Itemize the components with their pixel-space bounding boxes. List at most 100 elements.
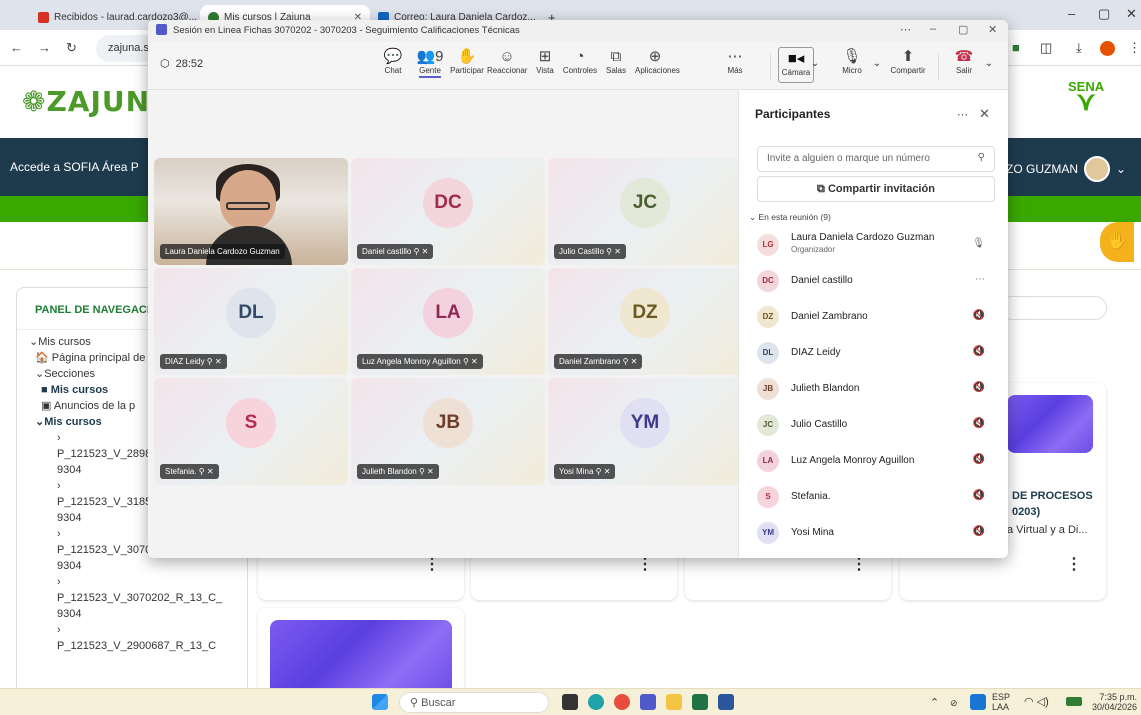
language-indicator[interactable]: ESP LAA — [992, 692, 1010, 712]
maximize-icon[interactable]: ▢ — [958, 23, 968, 36]
excel-icon[interactable] — [692, 694, 708, 710]
back-icon[interactable]: ← — [10, 40, 23, 55]
participant-row[interactable]: LA Luz Angela Monroy Aguillon 🔇 — [757, 446, 997, 476]
participant-tile[interactable]: YM Yosi Mina ⚲ ✕ — [548, 378, 742, 485]
mic-button[interactable]: 🎙 Micro — [832, 48, 872, 75]
participant-tile[interactable]: JC Julio Castillo ⚲ ✕ — [548, 158, 742, 265]
nav-item[interactable]: 9304 — [29, 606, 247, 622]
close-icon[interactable]: ✕ — [988, 23, 997, 36]
leave-button[interactable]: ☎ Salir — [944, 48, 984, 75]
participant-tile[interactable]: JB Julieth Blandon ⚲ ✕ — [351, 378, 545, 485]
reload-icon[interactable]: ↻ — [66, 40, 77, 56]
user-name: ZO GUZMAN — [1006, 162, 1078, 176]
network-icon[interactable]: ⊘ — [950, 698, 958, 708]
muted-mic-icon[interactable]: 🔇 — [973, 526, 985, 537]
course-card[interactable] — [258, 608, 464, 698]
tray-chevron-icon[interactable]: ⌃ — [930, 698, 939, 709]
download-icon[interactable]: ⤓ — [1076, 40, 1082, 56]
more-icon[interactable]: ⋯ — [975, 274, 985, 285]
minimize-browser-icon[interactable]: – — [1068, 6, 1075, 21]
nav-item[interactable]: 9304 — [29, 558, 247, 574]
extension-icon[interactable]: ■ — [1012, 40, 1020, 55]
puzzle-icon[interactable]: ◫ — [1040, 40, 1052, 56]
participant-row[interactable]: DZ Daniel Zambrano 🔇 — [757, 302, 997, 332]
chrome-icon[interactable] — [614, 694, 630, 710]
aplicaciones-button[interactable]: ⊕ Aplicaciones — [635, 48, 680, 75]
salas-button[interactable]: ⧉ Salas — [596, 48, 636, 75]
invite-input[interactable]: Invite a alguien o marque un número ⚲ — [757, 146, 995, 172]
controles-button[interactable]: ◔ Controles — [560, 48, 600, 75]
profile-avatar-icon[interactable] — [1100, 41, 1115, 56]
in-meeting-section[interactable]: ⌄ En esta reunión (9) — [749, 212, 831, 223]
file-explorer-icon[interactable] — [666, 694, 682, 710]
chat-icon: 💬 — [383, 48, 403, 65]
taskbar-search[interactable]: ⚲ Buscar — [399, 692, 549, 713]
participant-tile[interactable]: S Stefania. ⚲ ✕ — [154, 378, 348, 485]
tile-name: DIAZ Leidy — [165, 357, 205, 366]
nav-item[interactable]: › — [29, 574, 247, 590]
share-invite-button[interactable]: ⧉ Compartir invitación — [757, 176, 995, 202]
forward-icon[interactable]: → — [38, 40, 51, 55]
muted-mic-icon[interactable]: 🔇 — [973, 418, 985, 429]
nav-item[interactable]: › — [29, 622, 247, 638]
more-options-icon[interactable]: ⋯ — [900, 23, 911, 36]
participant-row[interactable]: YM Yosi Mina 🔇 — [757, 518, 997, 548]
teams-app-icon[interactable] — [640, 694, 656, 710]
windows-start-icon[interactable] — [372, 694, 388, 710]
muted-mic-icon[interactable]: 🔇 — [973, 490, 985, 501]
close-browser-icon[interactable]: ✕ — [1126, 6, 1137, 22]
card-menu-icon[interactable]: ⋮ — [1066, 554, 1082, 574]
wifi-icon[interactable]: ◠ ◁) — [1024, 697, 1049, 708]
word-icon[interactable] — [718, 694, 734, 710]
edge-icon[interactable] — [588, 694, 604, 710]
user-menu[interactable]: ZO GUZMAN ⌄ — [1006, 156, 1126, 182]
minimize-icon[interactable]: – — [930, 23, 936, 35]
participant-tile[interactable]: LA Luz Angela Monroy Aguillon ⚲ ✕ — [351, 268, 545, 375]
avatar-initials: DZ — [620, 288, 670, 338]
course-title[interactable]: DE PROCESOS 0203) — [1012, 488, 1093, 520]
muted-mic-icon[interactable]: 🔇 — [973, 454, 985, 465]
avatar-initials: JC — [620, 178, 670, 228]
participant-tile[interactable]: DC Daniel castillo ⚲ ✕ — [351, 158, 545, 265]
participant-row[interactable]: DC Daniel castillo ⋯ — [757, 266, 997, 296]
task-view-icon[interactable] — [562, 694, 578, 710]
reaccionar-button[interactable]: ☺ Reaccionar — [487, 48, 527, 75]
nav-item[interactable]: P_121523_V_2900687_R_13_C — [29, 638, 247, 654]
participant-row[interactable]: S Stefania. 🔇 — [757, 482, 997, 512]
mic-options-icon[interactable]: ⌄ — [870, 58, 884, 69]
chat-button[interactable]: 💬 Chat — [373, 48, 413, 75]
restore-browser-icon[interactable]: ▢ — [1098, 6, 1110, 22]
battery-icon[interactable] — [1066, 697, 1082, 706]
gente-button[interactable]: 👥9 Gente — [410, 48, 450, 78]
participant-row[interactable]: DL DIAZ Leidy 🔇 — [757, 338, 997, 368]
menu-icon[interactable]: ⋮ — [1128, 40, 1141, 56]
participant-tile[interactable]: DL DIAZ Leidy ⚲ ✕ — [154, 268, 348, 375]
camera-options-icon[interactable]: ⌄ — [808, 58, 822, 69]
close-panel-icon[interactable]: ✕ — [979, 106, 990, 122]
muted-mic-icon[interactable]: 🔇 — [973, 346, 985, 357]
share-button[interactable]: ⬆ Compartir — [888, 48, 928, 75]
participant-row[interactable]: JC Julio Castillo 🔇 — [757, 410, 997, 440]
participant-tile[interactable]: DZ Daniel Zambrano ⚲ ✕ — [548, 268, 742, 375]
más-icon: ⋯ — [727, 48, 743, 65]
participant-name-text: Daniel Zambrano — [791, 311, 868, 322]
leave-options-icon[interactable]: ⌄ — [982, 58, 996, 69]
participant-row[interactable]: LG Laura Daniela Cardozo Guzman Organizado… — [757, 230, 997, 260]
participar-button[interactable]: ✋ Participar — [447, 48, 487, 75]
navbar-links[interactable]: Accede a SOFIA Área P — [10, 160, 139, 174]
shield-icon: ⬡ — [160, 58, 170, 70]
participant-row[interactable]: JB Julieth Blandon 🔇 — [757, 374, 997, 404]
mic-icon[interactable]: 🎙 — [972, 238, 985, 249]
clock[interactable]: 7:35 p.m. 30/04/2026 — [1092, 692, 1137, 712]
muted-mic-icon[interactable]: 🔇 — [973, 382, 985, 393]
toolbar-label: Salas — [605, 66, 626, 75]
más-button[interactable]: ⋯ Más — [715, 48, 755, 75]
muted-mic-icon[interactable]: 🔇 — [973, 310, 985, 321]
participant-tile[interactable]: Laura Daniela Cardozo Guzman — [154, 158, 348, 265]
course-search-input[interactable] — [1000, 296, 1107, 320]
nav-item[interactable]: P_121523_V_3070202_R_13_C_ — [29, 590, 247, 606]
mic-tray-icon[interactable] — [970, 694, 986, 710]
vista-button[interactable]: ⊞ Vista — [525, 48, 565, 75]
panel-more-icon[interactable]: ⋯ — [957, 108, 968, 121]
handshake-icon[interactable]: ✋ — [1100, 222, 1134, 262]
